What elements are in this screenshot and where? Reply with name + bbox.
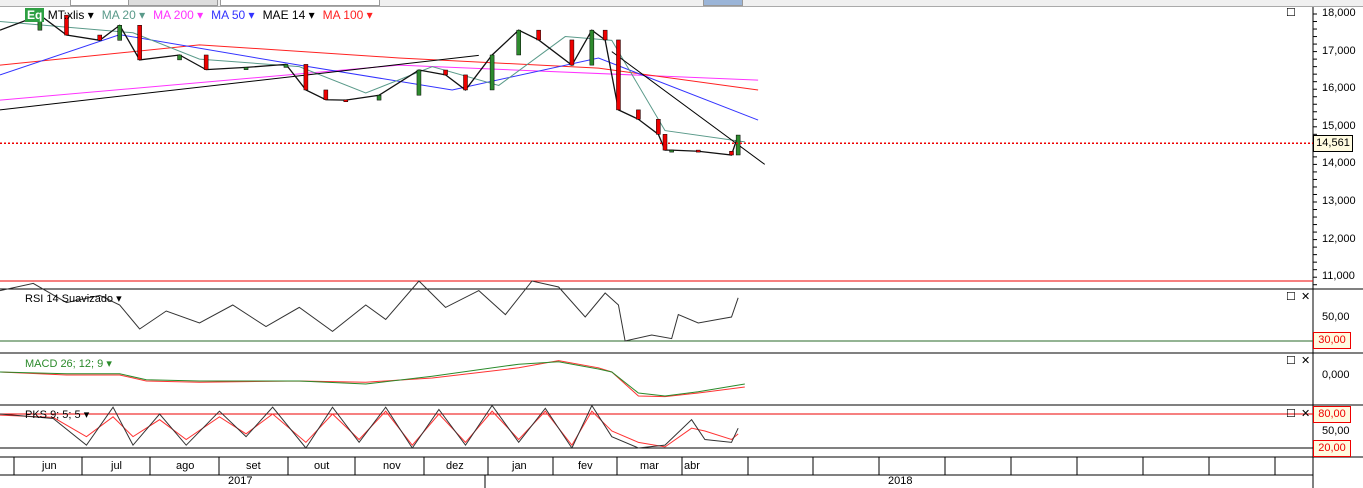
rsi-low-tag: 30,00 xyxy=(1313,332,1351,349)
year-label: 2018 xyxy=(888,475,913,487)
chart-canvas[interactable] xyxy=(0,0,1363,488)
month-label: jun xyxy=(42,460,57,472)
main-legend: Eq MT:xlis ▾ MA 20 ▾ MA 200 ▾ MA 50 ▾ MA… xyxy=(25,8,373,22)
legend-mae14[interactable]: MAE 14 ▾ xyxy=(263,8,315,22)
candle xyxy=(516,29,521,56)
candle xyxy=(569,39,575,66)
maximize-icon[interactable]: ☐ xyxy=(1286,409,1296,420)
candle xyxy=(376,94,382,101)
candle xyxy=(323,89,329,100)
macd-tick: 0,000 xyxy=(1322,369,1350,381)
price-line xyxy=(0,14,739,156)
candle xyxy=(117,25,122,41)
month-label: nov xyxy=(383,460,401,472)
legend-ma20[interactable]: MA 20 ▾ xyxy=(102,8,145,22)
candle xyxy=(283,64,289,68)
legend-ma50[interactable]: MA 50 ▾ xyxy=(211,8,254,22)
candle xyxy=(662,134,668,151)
pks-low-tag: 20,00 xyxy=(1313,440,1351,457)
price-tick: 14,000 xyxy=(1322,157,1356,170)
price-tick: 11,000 xyxy=(1322,270,1355,283)
candle xyxy=(735,134,741,156)
candle xyxy=(97,34,102,41)
month-label: jul xyxy=(111,460,123,472)
last-price-tag: 14,561 xyxy=(1313,135,1353,152)
pks-tick: 50,00 xyxy=(1322,425,1350,437)
candle xyxy=(243,67,249,70)
legend-ma100[interactable]: MA 100 ▾ xyxy=(323,8,373,22)
month-label: jan xyxy=(512,460,527,472)
maximize-icon[interactable]: ☐ xyxy=(1286,292,1296,303)
candle xyxy=(656,119,661,135)
candle xyxy=(463,74,468,91)
candle xyxy=(443,69,448,76)
price-tick: 13,000 xyxy=(1322,195,1356,207)
price-tick: 12,000 xyxy=(1322,232,1356,245)
candle xyxy=(177,54,182,61)
pks-high-tag: 80,00 xyxy=(1313,406,1351,423)
maximize-icon[interactable]: ☐ xyxy=(1286,356,1296,367)
pks-label[interactable]: PKS 9; 5; 5 ▾ xyxy=(25,408,89,421)
rsi-tick: 50,00 xyxy=(1322,311,1350,323)
year-label: 2017 xyxy=(228,475,253,487)
legend-ma200[interactable]: MA 200 ▾ xyxy=(153,8,203,22)
close-icon[interactable]: ✕ xyxy=(1301,356,1310,367)
month-label: mar xyxy=(640,460,659,472)
candle xyxy=(602,29,608,41)
price-tick: 15,000 xyxy=(1322,119,1356,132)
symbol-badge: Eq xyxy=(25,8,45,22)
price-tick: 17,000 xyxy=(1322,44,1356,57)
candle xyxy=(589,29,595,66)
rsi-label[interactable]: RSI 14 Suavizado ▾ xyxy=(25,292,122,305)
maximize-icon[interactable]: ☐ xyxy=(1286,8,1296,19)
candle xyxy=(303,64,309,91)
price-tick: 16,000 xyxy=(1322,82,1356,95)
month-label: abr xyxy=(684,460,700,472)
candle xyxy=(616,39,621,111)
symbol-label[interactable]: MT:xlis xyxy=(48,8,85,22)
candle xyxy=(729,150,734,156)
price-tick: 18,000 xyxy=(1322,7,1356,19)
macd-label[interactable]: MACD 26; 12; 9 ▾ xyxy=(25,357,112,370)
month-label: dez xyxy=(446,460,464,472)
rsi-line xyxy=(0,280,739,342)
close-icon[interactable]: ✕ xyxy=(1301,292,1310,303)
ma20-line xyxy=(0,21,745,143)
month-label: fev xyxy=(578,460,593,472)
trendline xyxy=(611,51,766,165)
candle xyxy=(203,54,209,70)
ma50-line xyxy=(0,34,759,121)
pks-k-line xyxy=(0,404,739,450)
candle xyxy=(343,99,349,102)
candle xyxy=(416,69,422,96)
candle xyxy=(696,149,701,153)
month-label: out xyxy=(314,460,330,472)
month-label: set xyxy=(246,460,261,472)
candle xyxy=(536,29,541,41)
month-label: ago xyxy=(176,460,195,472)
close-icon[interactable]: ✕ xyxy=(1301,409,1310,420)
candle xyxy=(636,109,641,120)
candle xyxy=(137,25,142,61)
candle xyxy=(669,149,674,153)
ma100-line xyxy=(0,44,759,91)
candle xyxy=(489,54,495,91)
